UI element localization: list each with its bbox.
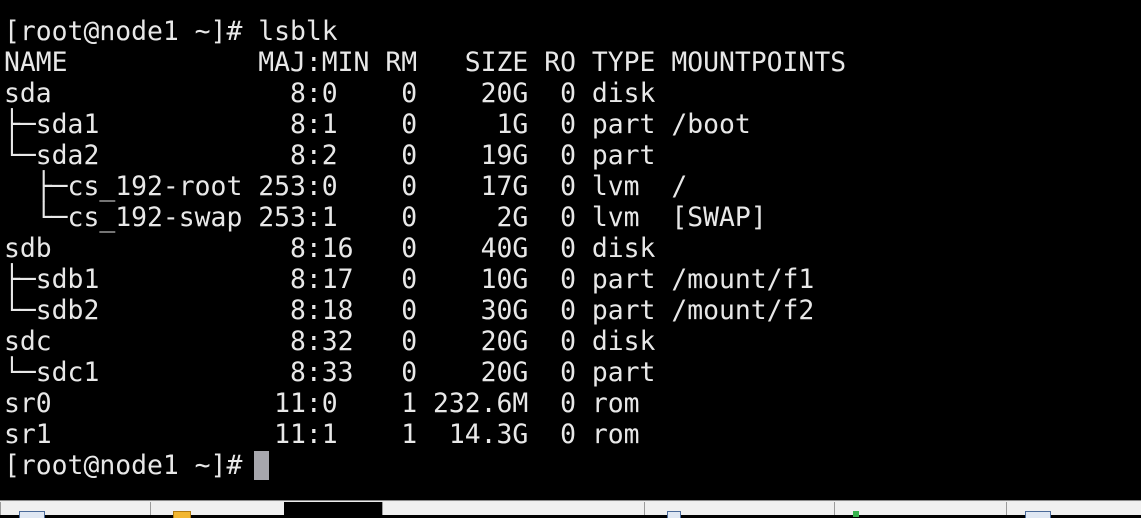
prompt-line[interactable]: [root@node1 ~]#: [4, 450, 846, 481]
lsblk-row-sda: sda 8:0 0 20G 0 disk: [4, 78, 656, 109]
lsblk-row-sdb1: ├─sdb1 8:17 0 10G 0 part /mount/f1: [4, 264, 815, 295]
lsblk-row-sr1: sr1 11:1 1 14.3G 0 rom: [4, 419, 640, 450]
arrow-icon: [667, 511, 681, 518]
taskbar-button-4[interactable]: [382, 502, 645, 515]
lsblk-row-sda2: └─sda2 8:2 0 19G 0 part: [4, 140, 656, 171]
green-icon: [853, 511, 859, 517]
lsblk-row-sdc: sdc 8:32 0 20G 0 disk: [4, 326, 656, 357]
taskbar-button-2[interactable]: [150, 502, 285, 518]
window-icon: [1025, 511, 1051, 518]
shell-prompt: [root@node1 ~]#: [4, 450, 243, 481]
lsblk-row-sdb: sdb 8:16 0 40G 0 disk: [4, 233, 656, 264]
app-icon: [173, 511, 191, 518]
taskbar-button-6[interactable]: [834, 502, 1007, 517]
lsblk-row-cs-192-swap: └─cs_192-swap 253:1 0 2G 0 lvm [SWAP]: [4, 202, 767, 233]
taskbar-button-7[interactable]: [1006, 502, 1141, 518]
taskbar: [0, 500, 1141, 518]
lsblk-row-cs-192-root: ├─cs_192-root 253:0 0 17G 0 lvm /: [4, 171, 688, 202]
terminal-cursor: [254, 451, 270, 480]
terminal-output: [root@node1 ~]# lsblk NAME MAJ:MIN RM SI…: [4, 16, 846, 481]
command-line: [root@node1 ~]# lsblk: [4, 16, 338, 47]
taskbar-button-1[interactable]: [0, 502, 151, 518]
taskbar-button-terminal[interactable]: [284, 502, 383, 515]
lsblk-row-sda1: ├─sda1 8:1 0 1G 0 part /boot: [4, 109, 751, 140]
terminal-window[interactable]: [root@node1 ~]# lsblk NAME MAJ:MIN RM SI…: [0, 0, 1141, 500]
window-icon: [19, 511, 45, 518]
lsblk-row-sdc1: └─sdc1 8:33 0 20G 0 part: [4, 357, 656, 388]
lsblk-row-sdb2: └─sdb2 8:18 0 30G 0 part /mount/f2: [4, 295, 815, 326]
taskbar-button-5[interactable]: [644, 502, 835, 518]
lsblk-row-sr0: sr0 11:0 1 232.6M 0 rom: [4, 388, 640, 419]
lsblk-header-row: NAME MAJ:MIN RM SIZE RO TYPE MOUNTPOINTS: [4, 47, 847, 78]
